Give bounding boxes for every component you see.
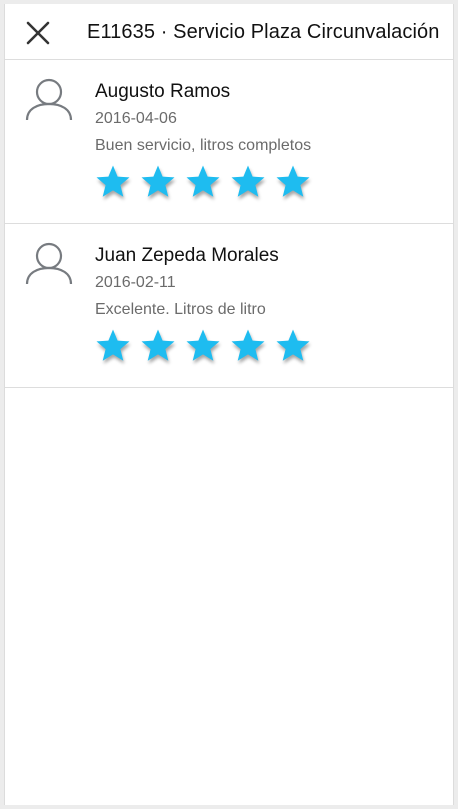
star-rating bbox=[95, 328, 320, 368]
user-icon bbox=[25, 78, 73, 121]
star-icon bbox=[230, 328, 266, 364]
close-icon bbox=[26, 21, 50, 45]
review-comment: Buen servicio, litros completos bbox=[95, 137, 312, 154]
star-icon bbox=[95, 328, 131, 364]
review-date: 2016-02-11 bbox=[95, 274, 176, 291]
user-icon bbox=[25, 242, 73, 285]
star-icon bbox=[275, 164, 311, 200]
page-title: E11635 · Servicio Plaza Circunvalación bbox=[87, 21, 440, 43]
reviewer-name: Juan Zepeda Morales bbox=[95, 245, 279, 266]
star-icon bbox=[140, 164, 176, 200]
app-frame: E11635 · Servicio Plaza Circunvalación A… bbox=[4, 4, 454, 805]
reviewer-name: Augusto Ramos bbox=[95, 81, 231, 102]
review-item: Juan Zepeda Morales 2016-02-11 Excelente… bbox=[5, 224, 453, 388]
avatar bbox=[23, 76, 75, 124]
star-icon bbox=[185, 164, 221, 200]
star-icon bbox=[275, 328, 311, 364]
review-comment: Excelente. Litros de litro bbox=[95, 301, 266, 318]
star-icon bbox=[140, 328, 176, 364]
star-icon bbox=[95, 164, 131, 200]
avatar bbox=[23, 240, 75, 288]
review-date: 2016-04-06 bbox=[95, 110, 177, 127]
header-bar: E11635 · Servicio Plaza Circunvalación bbox=[5, 4, 453, 60]
review-item: Augusto Ramos 2016-04-06 Buen servicio, … bbox=[5, 60, 453, 224]
star-icon bbox=[185, 328, 221, 364]
star-rating bbox=[95, 164, 320, 204]
close-button[interactable] bbox=[19, 18, 55, 48]
star-icon bbox=[230, 164, 266, 200]
